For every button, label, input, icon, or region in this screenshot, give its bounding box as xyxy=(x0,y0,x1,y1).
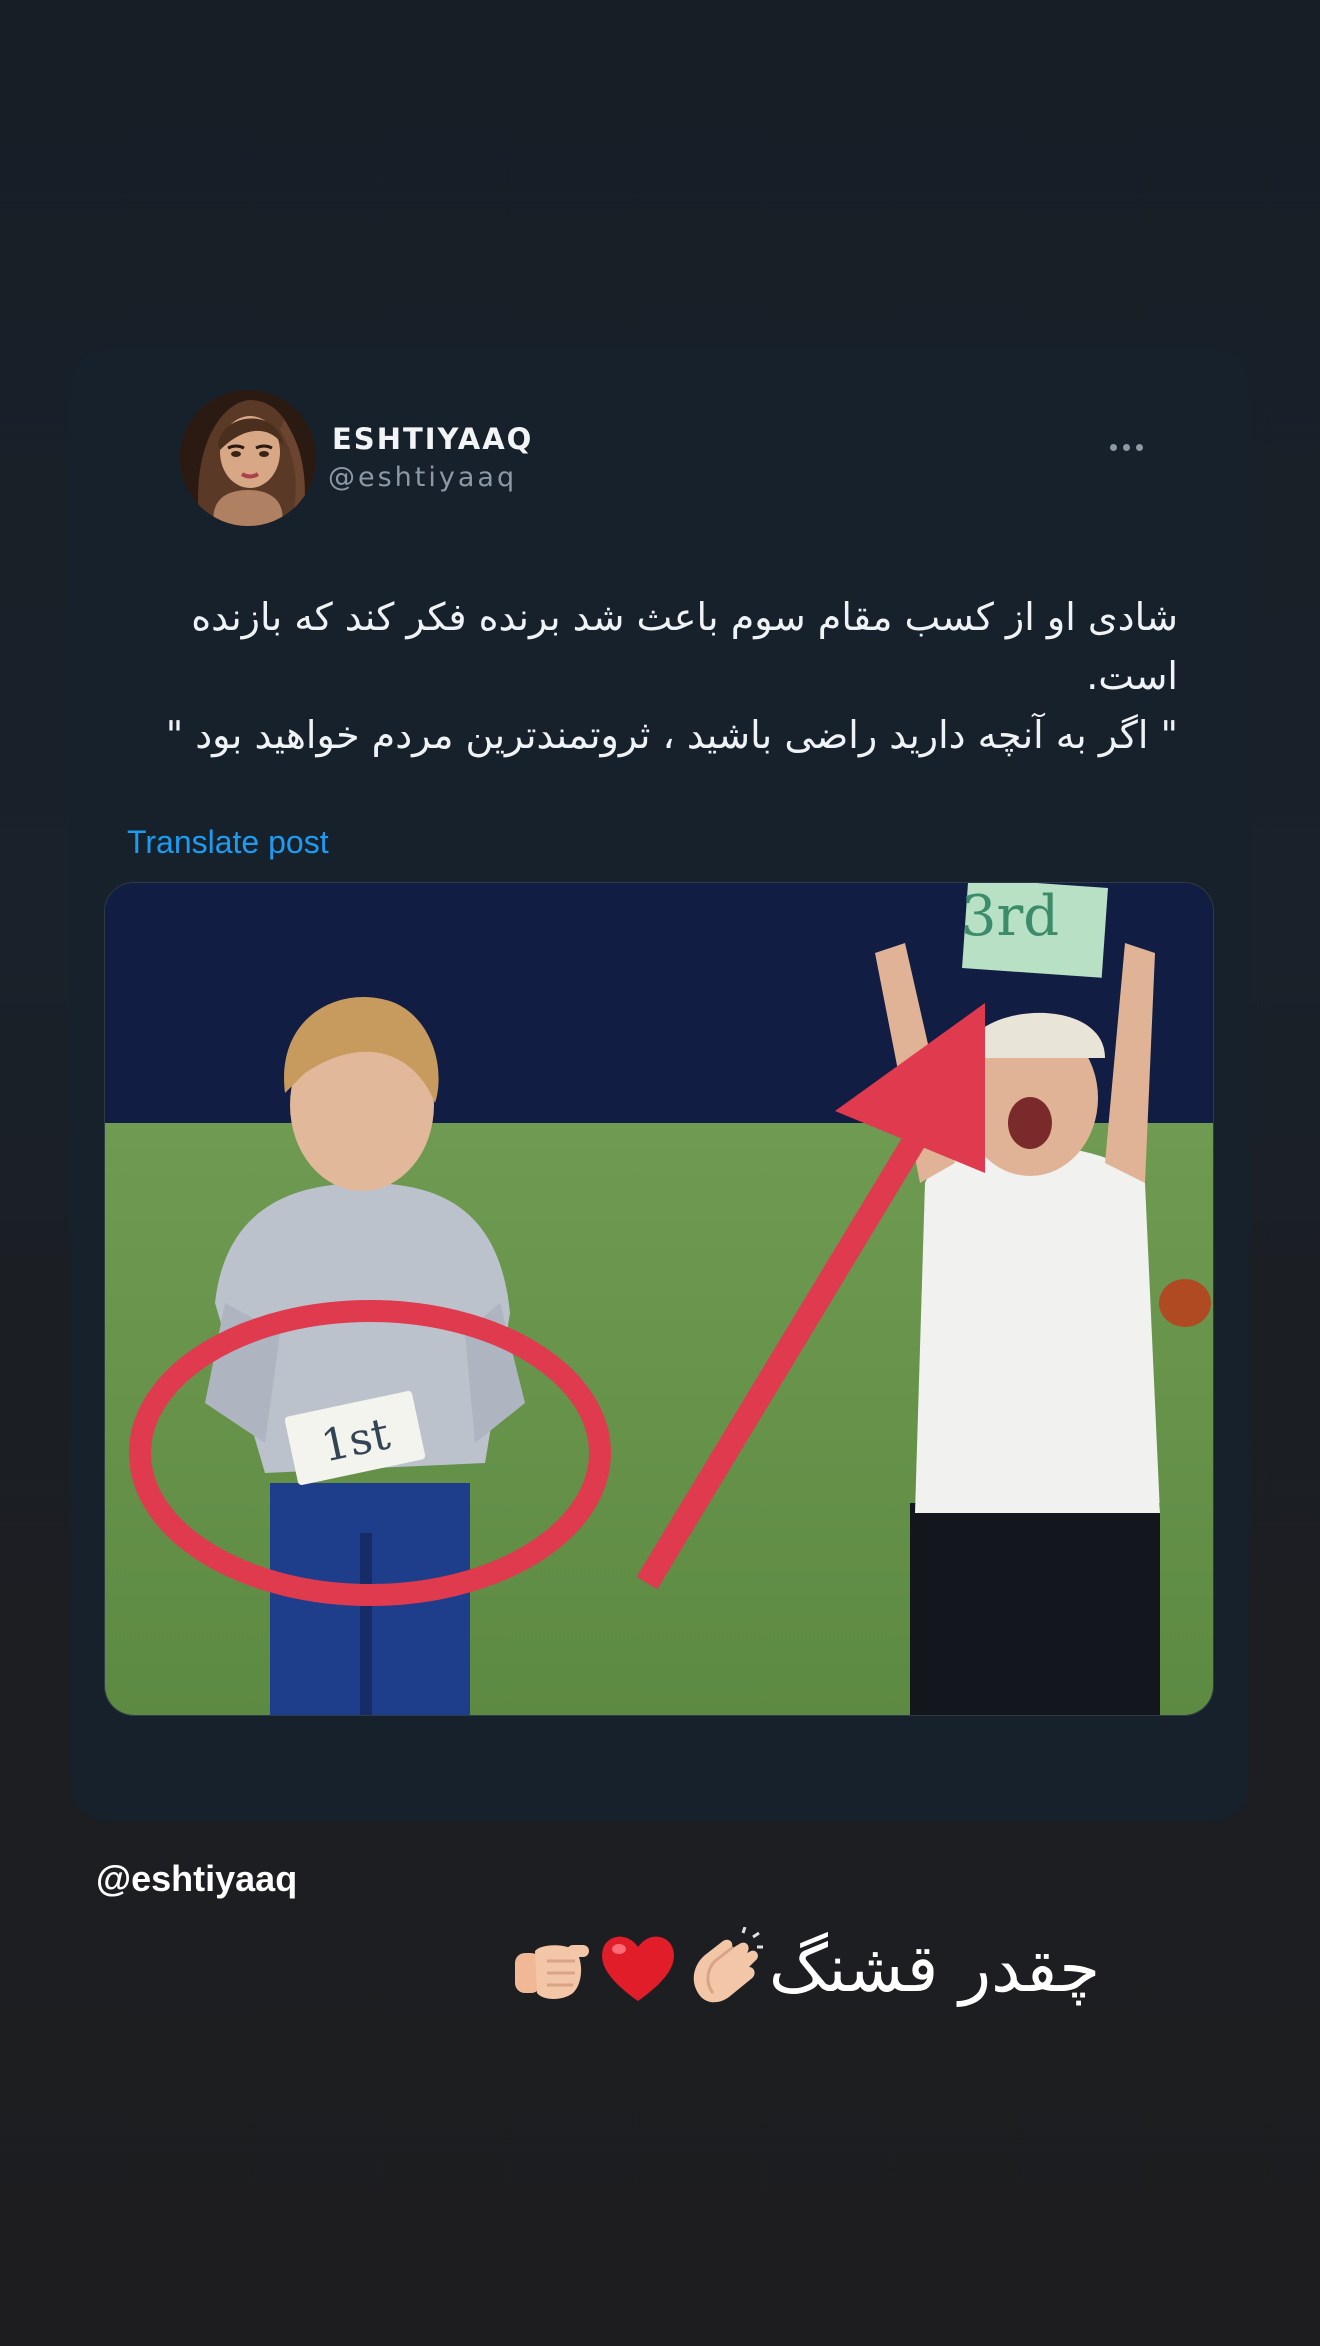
clapping-hands-icon xyxy=(693,1927,763,2003)
story-caption: چقدر قشنگ xyxy=(440,1918,1100,2018)
user-handle[interactable]: @eshtiyaaq xyxy=(328,462,517,493)
post-text-line: است. xyxy=(1086,654,1178,698)
pointing-fist-icon xyxy=(514,1945,589,1999)
post-text-line: شادی او از کسب مقام سوم باعث شد برنده فک… xyxy=(191,595,1178,639)
post-image[interactable]: 1st 3rd xyxy=(104,882,1214,1716)
display-name[interactable]: ESHTIYAAQ xyxy=(332,422,533,456)
avatar[interactable] xyxy=(180,390,316,526)
third-place-badge: 3rd xyxy=(961,884,1059,949)
red-heart-icon xyxy=(601,1936,674,2001)
translate-post-link[interactable]: Translate post xyxy=(127,824,329,861)
more-dot xyxy=(1122,443,1130,451)
post-text: شادی او از کسب مقام سوم باعث شد برنده فک… xyxy=(120,588,1178,765)
caption-text: چقدر قشنگ xyxy=(768,1929,1100,2007)
story-mention[interactable]: @eshtiyaaq xyxy=(96,1858,297,1900)
more-options-icon[interactable] xyxy=(1096,430,1156,464)
post-text-line: " اگر به آنچه دارید راضی باشید ، ثروتمند… xyxy=(165,713,1178,757)
more-dot xyxy=(1135,443,1143,451)
quoted-post-card[interactable]: ESHTIYAAQ @eshtiyaaq شادی او از کسب مقام… xyxy=(70,348,1250,1822)
more-dot xyxy=(1109,443,1117,451)
